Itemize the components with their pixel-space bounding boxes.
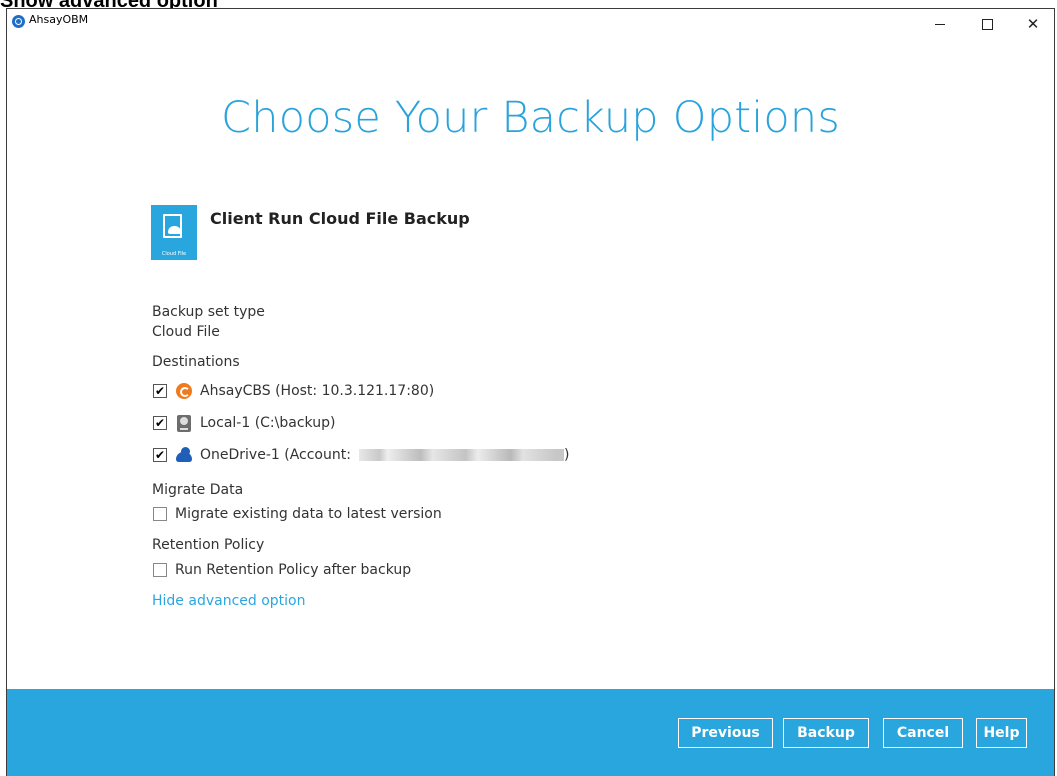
title-bar: AhsayOBM ✕	[7, 9, 1054, 39]
cloud-shape	[168, 226, 181, 234]
backup-button[interactable]: Backup	[783, 718, 869, 748]
backup-set-type-label: Backup set type	[152, 304, 265, 320]
migrate-data-option: Migrate existing data to latest version	[153, 504, 442, 524]
retention-policy-option-label: Run Retention Policy after backup	[175, 562, 412, 578]
destination-label: Local-1 (C:\backup)	[200, 415, 336, 431]
destination-item-local: ✔ Local-1 (C:\backup)	[153, 413, 335, 433]
page-title: Choose Your Backup Options	[221, 93, 840, 143]
footer-bar: Previous Backup Cancel Help	[7, 689, 1054, 776]
migrate-data-label: Migrate Data	[152, 482, 244, 498]
destination-item-ahsaycbs: ✔ AhsayCBS (Host: 10.3.121.17:80)	[153, 381, 434, 401]
onedrive-checkbox[interactable]: ✔	[153, 448, 167, 462]
redacted-account	[358, 449, 564, 461]
destination-item-onedrive: ✔ OneDrive-1 (Account: )	[153, 445, 569, 465]
minimize-icon	[935, 23, 945, 25]
migrate-data-option-label: Migrate existing data to latest version	[175, 506, 442, 522]
retention-policy-option: Run Retention Policy after backup	[153, 560, 411, 580]
maximize-button[interactable]	[967, 11, 1007, 37]
destinations-label: Destinations	[152, 354, 240, 370]
ahsayobm-logo-icon	[12, 15, 25, 28]
cancel-button[interactable]: Cancel	[883, 718, 963, 748]
minimize-button[interactable]	[920, 11, 960, 37]
cloud-file-icon-caption: Cloud File	[161, 251, 187, 257]
destination-label-suffix: )	[563, 447, 570, 463]
onedrive-icon	[176, 446, 192, 463]
app-title: AhsayOBM	[29, 13, 89, 26]
destination-label: OneDrive-1 (Account:	[200, 447, 351, 463]
app-window: AhsayOBM ✕ Choose Your Backup Options Cl…	[6, 8, 1055, 776]
cloud-file-icon: Cloud File	[151, 205, 197, 260]
close-button[interactable]: ✕	[1013, 11, 1053, 37]
local-checkbox[interactable]: ✔	[153, 416, 167, 430]
backup-set-name: Client Run Cloud File Backup	[210, 209, 470, 228]
destination-label: AhsayCBS (Host: 10.3.121.17:80)	[200, 383, 435, 399]
retention-policy-label: Retention Policy	[152, 537, 265, 553]
hide-advanced-option-link[interactable]: Hide advanced option	[152, 593, 306, 609]
local-disk-icon	[176, 414, 192, 432]
migrate-data-checkbox[interactable]	[153, 507, 167, 521]
ahsaycbs-checkbox[interactable]: ✔	[153, 384, 167, 398]
close-icon: ✕	[1026, 14, 1040, 33]
help-button[interactable]: Help	[976, 718, 1027, 748]
previous-button[interactable]: Previous	[678, 718, 773, 748]
ahsaycbs-icon	[176, 383, 192, 399]
backup-set-type-value: Cloud File	[152, 324, 220, 340]
maximize-icon	[981, 18, 993, 30]
retention-policy-checkbox[interactable]	[153, 563, 167, 577]
